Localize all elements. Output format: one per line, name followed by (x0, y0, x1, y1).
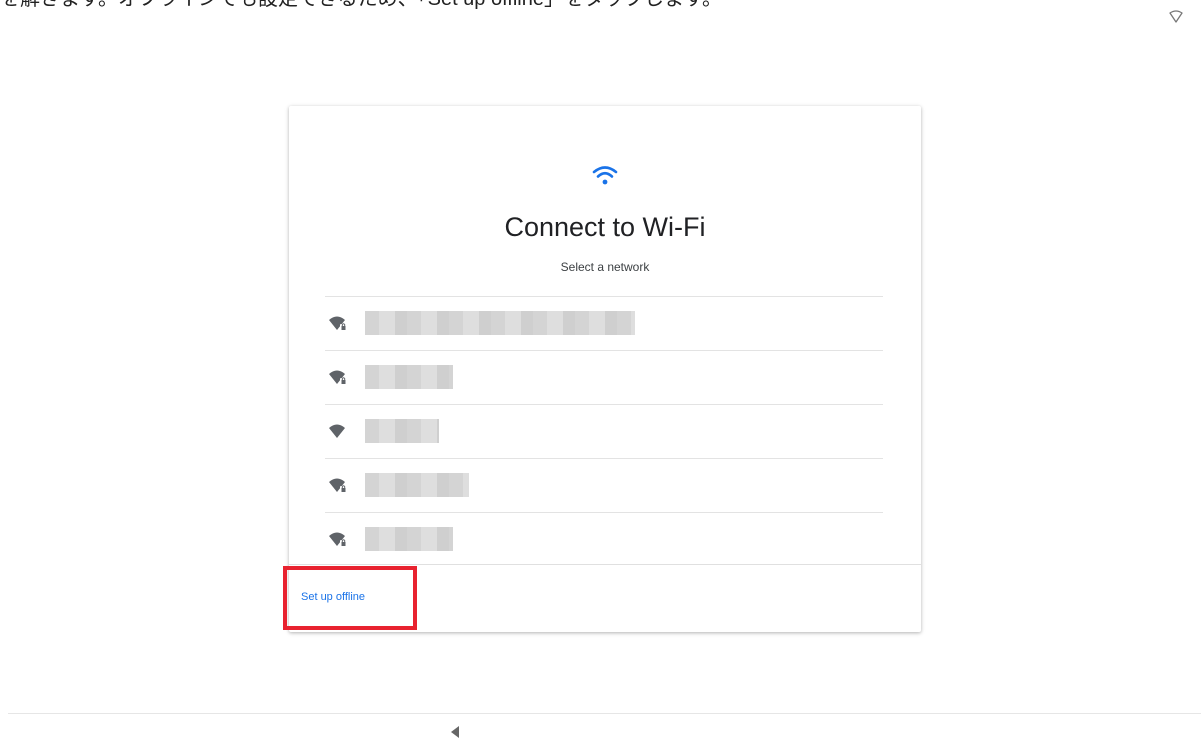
network-name: █████ (365, 473, 469, 497)
wifi-locked-icon (329, 315, 349, 333)
page-subtitle: Select a network (560, 260, 650, 274)
back-button[interactable] (444, 722, 466, 742)
page-title: Connect to Wi-Fi (504, 212, 706, 242)
wifi-locked-icon (329, 477, 349, 495)
set-up-offline-button[interactable]: Set up offline (301, 586, 365, 608)
network-name: ████ (365, 365, 453, 389)
network-list: ████████████ ████ (325, 296, 883, 568)
network-item[interactable]: ████ (325, 404, 883, 458)
network-item[interactable]: ████████████ (325, 296, 883, 350)
network-item[interactable]: ████ (325, 350, 883, 404)
network-name: ████ (365, 419, 439, 443)
back-triangle-icon (444, 726, 466, 745)
network-name: ████████████ (365, 311, 635, 335)
wifi-locked-icon (329, 531, 349, 549)
instruction-caption: を解きます。オフラインでも設定できるため、「Set up offline」をタッ… (0, 0, 1140, 10)
wifi-icon (329, 423, 349, 441)
wifi-icon (592, 164, 618, 186)
wifi-setup-card: Connect to Wi-Fi Select a network ██████… (289, 106, 921, 632)
nav-bar-divider (8, 713, 1201, 714)
card-footer-divider (289, 564, 921, 565)
network-name: ████ (365, 527, 453, 551)
network-item[interactable]: █████ (325, 458, 883, 512)
network-item[interactable]: ████ (325, 512, 883, 566)
wifi-outline-icon (1169, 10, 1183, 24)
wifi-locked-icon (329, 369, 349, 387)
setup-screen: を解きます。オフラインでも設定できるため、「Set up offline」をタッ… (0, 0, 1201, 754)
